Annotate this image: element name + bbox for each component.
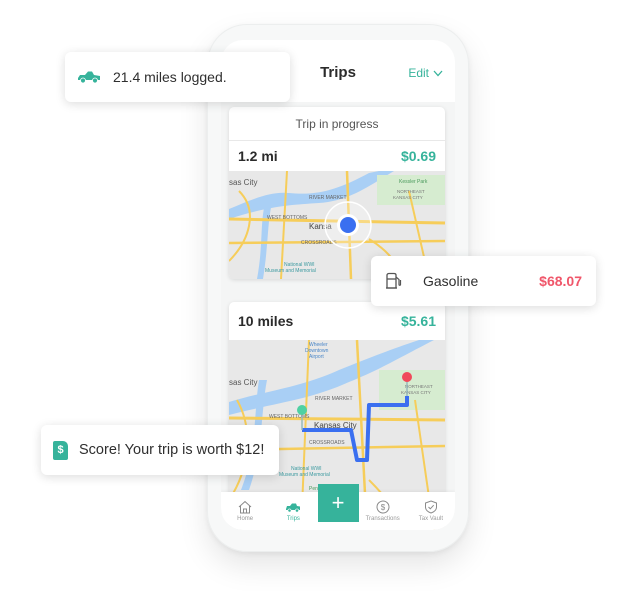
svg-text:$: $ (380, 503, 385, 512)
dollar-circle-icon: $ (376, 500, 390, 514)
trip-in-progress-card[interactable]: Trip in progress 1.2 mi $0.69 sas City R… (229, 107, 445, 279)
dollar-document-icon: $ (53, 440, 68, 460)
svg-text:Airport: Airport (309, 354, 324, 360)
expense-category: Gasoline (423, 273, 479, 289)
current-location-dot (340, 217, 356, 233)
svg-text:KANSAS CITY: KANSAS CITY (393, 195, 423, 200)
svg-text:WEST BOTTOMS: WEST BOTTOMS (269, 414, 310, 420)
svg-text:RIVER MARKET: RIVER MARKET (315, 396, 353, 402)
toast-message: Score! Your trip is worth $12! (79, 442, 265, 458)
trip-status-banner: Trip in progress (229, 107, 445, 141)
car-icon (286, 503, 301, 513)
svg-text:Kessler Park: Kessler Park (399, 179, 428, 185)
tab-label: Tax Vault (418, 516, 443, 522)
trip-summary-row: 10 miles $5.61 (229, 302, 445, 340)
svg-text:Museum and Memorial: Museum and Memorial (279, 472, 330, 478)
svg-text:WEST BOTTOMS: WEST BOTTOMS (267, 215, 308, 221)
miles-logged-toast: 21.4 miles logged. (65, 52, 290, 102)
shield-check-icon (424, 500, 437, 514)
toast-message: 21.4 miles logged. (113, 69, 227, 85)
trip-distance: 10 miles (238, 313, 294, 329)
edit-label: Edit (408, 66, 429, 80)
chevron-down-icon (433, 70, 443, 76)
tab-label: Home (237, 516, 254, 522)
car-icon (78, 71, 100, 84)
end-pin (402, 372, 412, 382)
trip-value-toast: $ Score! Your trip is worth $12! (41, 425, 279, 475)
svg-text:KANSAS CITY: KANSAS CITY (401, 390, 431, 395)
gasoline-expense-toast: Gasoline $68.07 (371, 256, 596, 306)
svg-text:NORTHEAST: NORTHEAST (405, 384, 433, 389)
svg-text:sas City: sas City (229, 378, 257, 387)
svg-text:NORTHEAST: NORTHEAST (397, 189, 425, 194)
tab-label: Transactions (365, 516, 400, 522)
svg-text:sas City: sas City (229, 178, 257, 187)
tab-transactions[interactable]: $ Transactions (359, 492, 407, 530)
start-pin (297, 405, 307, 415)
gas-pump-icon (386, 272, 402, 289)
trip-summary-row: 1.2 mi $0.69 (229, 141, 445, 171)
svg-text:RIVER MARKET: RIVER MARKET (309, 195, 347, 201)
home-icon (238, 500, 252, 514)
trip-distance: 1.2 mi (238, 148, 278, 164)
tab-trips[interactable]: Trips (269, 492, 317, 530)
tab-home[interactable]: Home (221, 492, 269, 530)
tab-tax-vault[interactable]: Tax Vault (407, 492, 455, 530)
svg-text:Museum and Memorial: Museum and Memorial (265, 268, 316, 274)
trip-amount: $0.69 (400, 148, 436, 164)
add-button[interactable]: + (317, 484, 359, 522)
tab-bar: Home Trips + $ Transactions Tax Vault (221, 484, 455, 530)
trip-amount: $5.61 (400, 313, 436, 329)
tab-label: Trips (286, 516, 300, 522)
edit-button[interactable]: Edit (408, 66, 443, 80)
expense-label-group: Gasoline (385, 272, 478, 290)
expense-amount: $68.07 (539, 273, 582, 289)
svg-text:CROSSROADS: CROSSROADS (309, 440, 345, 446)
